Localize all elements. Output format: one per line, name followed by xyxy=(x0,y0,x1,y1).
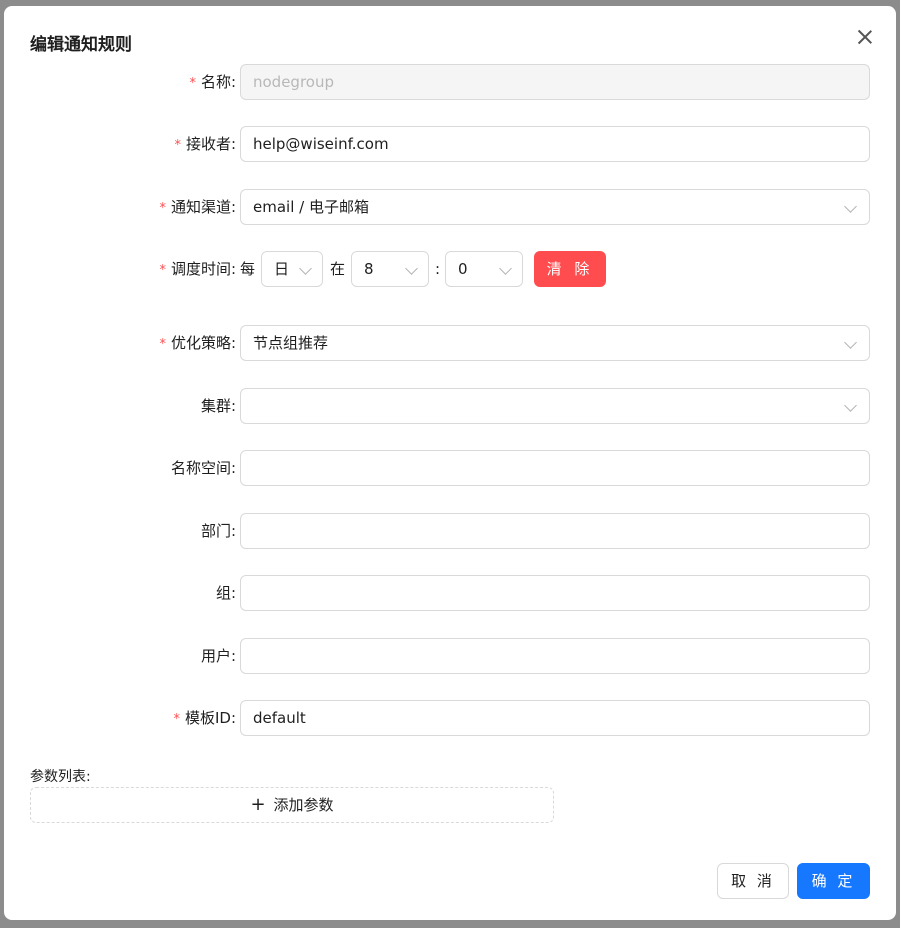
required-mark: * xyxy=(173,712,180,727)
required-mark: * xyxy=(189,76,196,91)
template-id-input[interactable]: default xyxy=(240,700,870,736)
department-input[interactable] xyxy=(240,513,870,549)
period-value: 日 xyxy=(274,260,290,278)
group-input[interactable] xyxy=(240,575,870,611)
template-label: * 模板ID: xyxy=(173,709,236,727)
chevron-down-icon xyxy=(844,336,857,349)
cluster-select[interactable] xyxy=(240,388,870,424)
user-input[interactable] xyxy=(240,638,870,674)
hour-select[interactable]: 8 xyxy=(351,251,429,287)
form-row-cluster: 集群: xyxy=(4,388,896,424)
receiver-label: * 接收者: xyxy=(174,135,236,153)
schedule-label: * 调度时间: xyxy=(159,260,236,278)
chevron-down-icon xyxy=(405,262,418,275)
ok-button[interactable]: 确 定 xyxy=(797,863,870,899)
add-param-button[interactable]: + 添加参数 xyxy=(30,787,554,823)
channel-label: * 通知渠道: xyxy=(159,198,236,216)
form-row-name: * 名称: nodegroup xyxy=(4,64,896,100)
required-mark: * xyxy=(159,201,166,216)
clear-button[interactable]: 清 除 xyxy=(534,251,606,287)
form-row-template: * 模板ID: default xyxy=(4,700,896,736)
form-row-schedule: * 调度时间: 每 日 在 8 : 0 清 除 xyxy=(4,251,896,287)
add-param-label: 添加参数 xyxy=(273,796,334,814)
form-row-channel: * 通知渠道: email / 电子邮箱 xyxy=(4,189,896,225)
strategy-value: 节点组推荐 xyxy=(253,334,329,352)
schedule-colon: : xyxy=(435,260,441,278)
form-row-user: 用户: xyxy=(4,638,896,674)
name-input[interactable]: nodegroup xyxy=(240,64,870,100)
chevron-down-icon xyxy=(844,399,857,412)
form-row-strategy: * 优化策略: 节点组推荐 xyxy=(4,325,896,361)
params-label: 参数列表: xyxy=(30,769,91,785)
minute-select[interactable]: 0 xyxy=(445,251,523,287)
form-row-namespace: 名称空间: xyxy=(4,450,896,486)
dialog-title: 编辑通知规则 xyxy=(30,35,132,55)
strategy-select[interactable]: 节点组推荐 xyxy=(240,325,870,361)
channel-value: email / 电子邮箱 xyxy=(253,198,369,216)
edit-notification-dialog: 编辑通知规则 * 名称: nodegroup * 接收者: help@wiseinf… xyxy=(4,6,896,920)
receiver-input[interactable]: help@wiseinf.com xyxy=(240,126,870,162)
form-row-group: 组: xyxy=(4,575,896,611)
form-row-department: 部门: xyxy=(4,513,896,549)
department-label: 部门: xyxy=(200,522,236,540)
schedule-at: 在 xyxy=(330,260,346,278)
required-mark: * xyxy=(174,138,181,153)
cluster-label: 集群: xyxy=(200,397,236,415)
minute-value: 0 xyxy=(458,260,468,278)
period-select[interactable]: 日 xyxy=(261,251,323,287)
channel-select[interactable]: email / 电子邮箱 xyxy=(240,189,870,225)
chevron-down-icon xyxy=(299,262,312,275)
close-icon[interactable] xyxy=(854,26,876,48)
form-row-receiver: * 接收者: help@wiseinf.com xyxy=(4,126,896,162)
group-label: 组: xyxy=(215,584,236,602)
namespace-input[interactable] xyxy=(240,450,870,486)
required-mark: * xyxy=(159,263,166,278)
plus-icon: + xyxy=(250,794,266,815)
required-mark: * xyxy=(159,337,166,352)
strategy-label: * 优化策略: xyxy=(159,334,236,352)
chevron-down-icon xyxy=(499,262,512,275)
cancel-button[interactable]: 取 消 xyxy=(717,863,789,899)
schedule-prefix: 每 xyxy=(240,260,256,278)
chevron-down-icon xyxy=(844,200,857,213)
namespace-label: 名称空间: xyxy=(170,459,236,477)
user-label: 用户: xyxy=(200,647,236,665)
name-label: * 名称: xyxy=(189,73,236,91)
hour-value: 8 xyxy=(364,260,374,278)
